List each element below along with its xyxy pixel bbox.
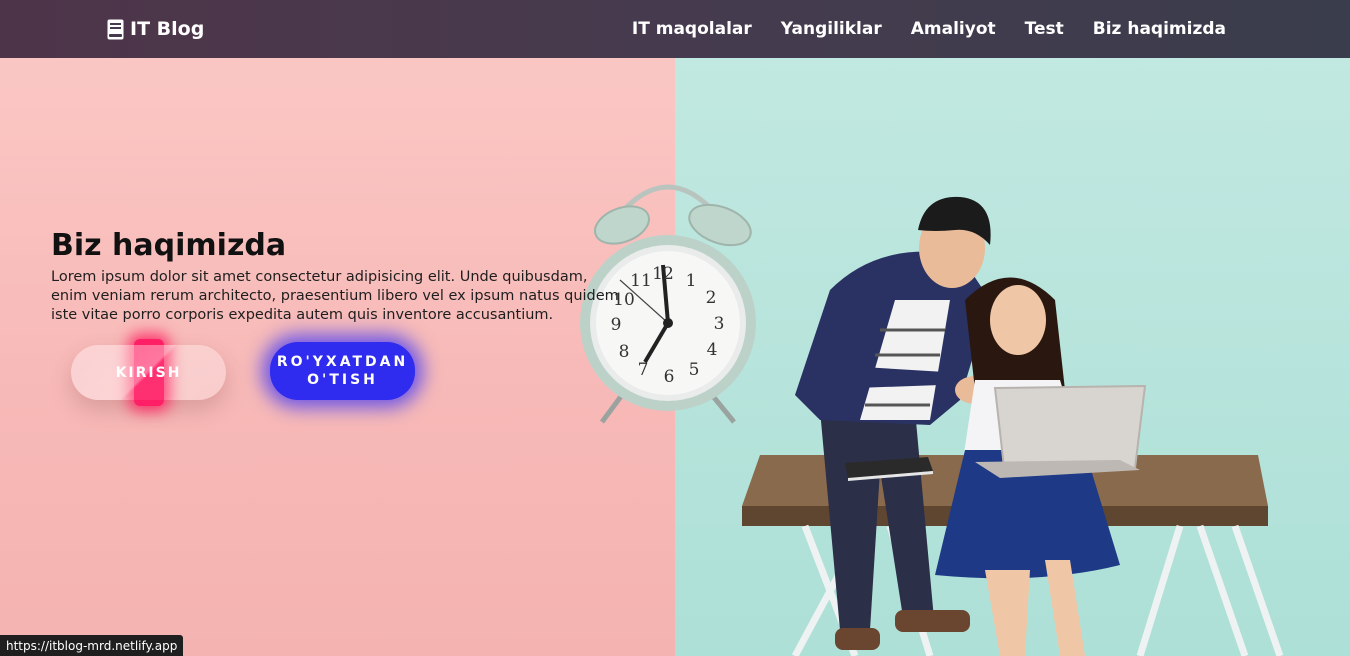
page-title: Biz haqimizda: [51, 228, 287, 263]
login-button[interactable]: KIRISH: [71, 339, 226, 406]
nav-item-test[interactable]: Test: [1025, 19, 1064, 39]
nav-item-amaliyot[interactable]: Amaliyot: [911, 19, 996, 39]
clock-numeral: 1: [686, 271, 697, 291]
brand-logo[interactable]: IT Blog: [107, 14, 204, 44]
clock-numeral: 12: [652, 264, 674, 284]
clock-numeral: 3: [714, 314, 725, 334]
login-button-label: KIRISH: [115, 364, 182, 381]
clock-numeral: 2: [706, 288, 717, 308]
clock-numeral: 11: [630, 271, 652, 291]
book-icon: [107, 19, 124, 39]
clock-numeral: 7: [638, 360, 649, 380]
navbar: IT Blog IT maqolalar Yangiliklar Amaliyo…: [0, 0, 1350, 58]
register-button[interactable]: RO'YXATDAN O'TISH: [270, 342, 415, 400]
status-bar-url: https://itblog-mrd.netlify.app: [0, 635, 184, 656]
clock-numeral: 4: [707, 340, 718, 360]
clock-numeral: 8: [619, 342, 630, 362]
main-nav: IT maqolalar Yangiliklar Amaliyot Test B…: [632, 0, 1226, 58]
nav-item-it-maqolalar[interactable]: IT maqolalar: [632, 19, 752, 39]
nav-item-yangiliklar[interactable]: Yangiliklar: [781, 19, 882, 39]
brand-name: IT Blog: [130, 18, 205, 40]
hero-description: Lorem ipsum dolor sit amet consectetur a…: [51, 269, 619, 323]
clock-numeral: 5: [689, 360, 700, 380]
clock-numeral: 6: [664, 367, 675, 387]
nav-item-biz-haqimizda[interactable]: Biz haqimizda: [1093, 19, 1226, 39]
clock-face: 12 1 2 3 4 5 6 7 8 9 10 11: [611, 264, 725, 387]
